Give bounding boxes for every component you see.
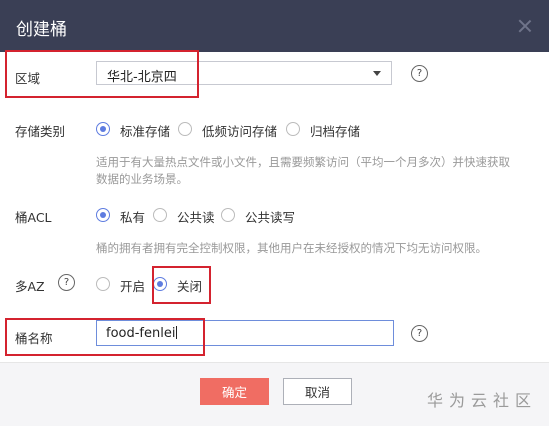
storage-infrequent-label[interactable]: 低频访问存储 <box>202 121 277 140</box>
close-icon[interactable] <box>517 18 533 34</box>
acl-public-read-write-label[interactable]: 公共读写 <box>245 207 295 226</box>
watermark: 华为云社区 <box>426 391 537 410</box>
dialog-title: 创建桶 <box>16 20 67 40</box>
dialog-titlebar: 创建桶 <box>0 0 549 52</box>
radio-multi-az-on[interactable] <box>96 277 110 291</box>
radio-acl-public-read-write[interactable] <box>221 208 235 222</box>
radio-storage-infrequent[interactable] <box>178 122 192 136</box>
highlight-box-multi-az <box>152 266 211 304</box>
multi-az-label: 多AZ <box>15 279 45 294</box>
highlight-box-region <box>5 50 199 98</box>
acl-public-read-label[interactable]: 公共读 <box>177 207 215 226</box>
storage-archive-label[interactable]: 归档存储 <box>310 121 360 140</box>
confirm-button[interactable]: 确定 <box>200 378 269 405</box>
bucket-acl-label: 桶ACL <box>15 210 52 225</box>
storage-class-hint-line2: 数据的业务场景。 <box>96 172 188 186</box>
bucket-acl-hint: 桶的拥有者拥有完全控制权限，其他用户在未经授权的情况下均无访问权限。 <box>96 241 487 255</box>
acl-private-label[interactable]: 私有 <box>120 207 145 226</box>
highlight-box-bucket-name <box>5 318 205 356</box>
multi-az-help-icon[interactable]: ? <box>58 274 75 291</box>
cancel-button[interactable]: 取消 <box>283 378 352 405</box>
radio-acl-private[interactable] <box>96 208 110 222</box>
multi-az-on-label[interactable]: 开启 <box>120 276 145 295</box>
region-help-icon[interactable]: ? <box>411 65 428 82</box>
storage-class-hint: 适用于有大量热点文件或小文件，且需要频繁访问（平均一个月多次）并快速获取 数据的… <box>96 154 536 188</box>
radio-storage-archive[interactable] <box>286 122 300 136</box>
storage-class-label: 存储类别 <box>15 124 66 139</box>
storage-standard-label[interactable]: 标准存储 <box>120 121 170 140</box>
bucket-name-help-icon[interactable]: ? <box>411 325 428 342</box>
chevron-down-icon <box>373 71 381 76</box>
radio-acl-public-read[interactable] <box>153 208 167 222</box>
storage-class-hint-line1: 适用于有大量热点文件或小文件，且需要频繁访问（平均一个月多次）并快速获取 <box>96 155 510 169</box>
dialog-footer: 确定 取消 华为云社区 <box>0 362 549 426</box>
radio-storage-standard[interactable] <box>96 122 110 136</box>
